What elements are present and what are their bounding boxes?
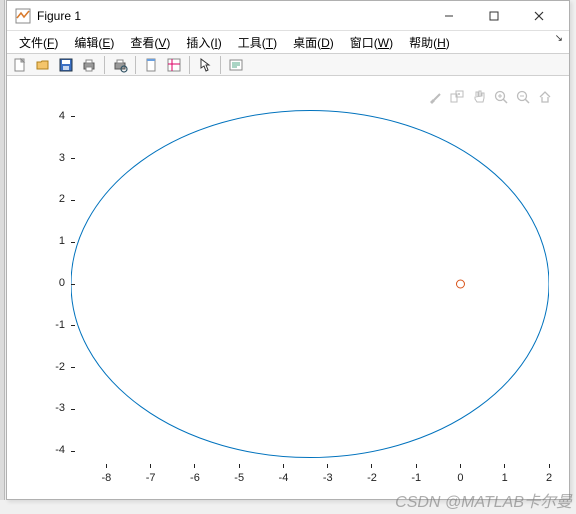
watermark: CSDN @MATLAB卡尔曼 [395, 488, 572, 512]
xtick-label: -8 [102, 472, 112, 484]
brush-icon[interactable] [425, 88, 445, 106]
arrow-button[interactable] [194, 55, 216, 75]
menu-f[interactable]: 文件(F) [11, 32, 66, 53]
axes[interactable]: -4-3-2-101234-8-7-6-5-4-3-2-1012 [71, 100, 549, 468]
maximize-button[interactable] [471, 2, 516, 30]
data-tip-icon[interactable] [447, 88, 467, 106]
xtick-mark [194, 464, 195, 468]
ytick-label: 4 [35, 110, 65, 122]
menu-w[interactable]: 窗口(W) [342, 32, 401, 53]
xtick-label: -4 [279, 472, 289, 484]
xtick-label: -5 [234, 472, 244, 484]
ytick-label: 1 [35, 235, 65, 247]
ytick-mark [71, 116, 75, 117]
toolbar-separator [135, 56, 136, 74]
ellipse-curve [71, 110, 549, 457]
pan-icon[interactable] [469, 88, 489, 106]
toolbar-separator [220, 56, 221, 74]
xtick-label: -7 [146, 472, 156, 484]
window-controls [426, 2, 561, 30]
left-gutter [0, 0, 5, 500]
menubar: 文件(F)编辑(E)查看(V)插入(I)工具(T)桌面(D)窗口(W)帮助(H)… [7, 31, 569, 53]
menu-v[interactable]: 查看(V) [122, 32, 178, 53]
toolbar-separator [189, 56, 190, 74]
new-button[interactable] [9, 55, 31, 75]
toolbar [7, 53, 569, 76]
xtick-label: -6 [190, 472, 200, 484]
ytick-mark [71, 242, 75, 243]
ytick-mark [71, 284, 75, 285]
xtick-mark [106, 464, 107, 468]
app-icon [15, 8, 31, 24]
xtick-label: 1 [502, 472, 508, 484]
window-title: Figure 1 [37, 9, 426, 23]
zoom-out-icon[interactable] [513, 88, 533, 106]
ytick-label: 3 [35, 152, 65, 164]
open-button[interactable] [32, 55, 54, 75]
ytick-label: -1 [35, 319, 65, 331]
ytick-label: -4 [35, 444, 65, 456]
ytick-mark [71, 367, 75, 368]
print-button[interactable] [78, 55, 100, 75]
xtick-mark [549, 464, 550, 468]
zoom-in-icon[interactable] [491, 88, 511, 106]
link-button[interactable] [140, 55, 162, 75]
menu-h[interactable]: 帮助(H) [401, 32, 458, 53]
figure-window: Figure 1 文件(F)编辑(E)查看(V)插入(I)工具(T)桌面(D)窗… [6, 0, 570, 500]
xtick-label: -1 [411, 472, 421, 484]
ytick-label: 2 [35, 193, 65, 205]
menu-t[interactable]: 工具(T) [230, 32, 285, 53]
close-button[interactable] [516, 2, 561, 30]
insert-text-button[interactable] [225, 55, 247, 75]
xtick-mark [327, 464, 328, 468]
ytick-mark [71, 325, 75, 326]
menubar-corner[interactable]: ↘ [555, 33, 563, 44]
ytick-mark [71, 158, 75, 159]
xtick-mark [460, 464, 461, 468]
xtick-mark [504, 464, 505, 468]
ytick-mark [71, 409, 75, 410]
marker-point [456, 280, 464, 288]
menu-i[interactable]: 插入(I) [178, 32, 229, 53]
print-preview-button[interactable] [109, 55, 131, 75]
menu-d[interactable]: 桌面(D) [285, 32, 342, 53]
xtick-label: 0 [457, 472, 463, 484]
xtick-label: -2 [367, 472, 377, 484]
figure-area: -4 -3 -2 -1 0 1 2 3 4 -8 -7 -6 -5 -4 -3 -2 -1 0 1 2 [7, 76, 569, 499]
xtick-mark [239, 464, 240, 468]
ytick-label: -3 [35, 402, 65, 414]
minimize-button[interactable] [426, 2, 471, 30]
toolbar-separator [104, 56, 105, 74]
ytick-label: -2 [35, 361, 65, 373]
xtick-mark [416, 464, 417, 468]
xtick-label: 2 [546, 472, 552, 484]
xtick-mark [150, 464, 151, 468]
home-icon[interactable] [535, 88, 555, 106]
axes-toolbar [425, 88, 555, 106]
xtick-label: -3 [323, 472, 333, 484]
ytick-mark [71, 451, 75, 452]
ytick-label: 0 [35, 277, 65, 289]
plot-svg [71, 100, 549, 468]
layout-button[interactable] [163, 55, 185, 75]
xtick-mark [283, 464, 284, 468]
ytick-mark [71, 200, 75, 201]
menu-e[interactable]: 编辑(E) [66, 32, 122, 53]
xtick-mark [371, 464, 372, 468]
titlebar[interactable]: Figure 1 [7, 1, 569, 31]
save-button[interactable] [55, 55, 77, 75]
